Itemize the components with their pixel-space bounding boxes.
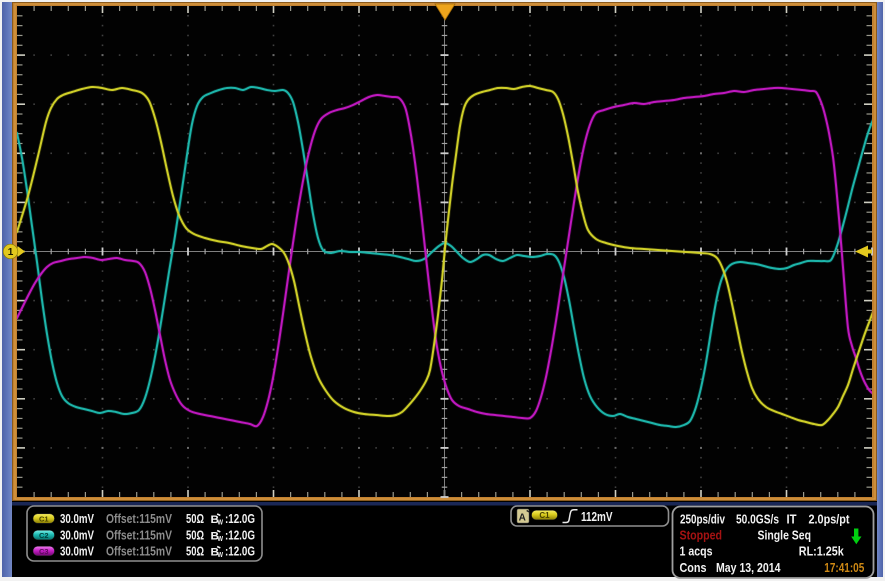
svg-text:50Ω: 50Ω — [186, 528, 204, 542]
svg-text:1 acqs: 1 acqs — [680, 544, 713, 559]
svg-text:Stopped: Stopped — [680, 528, 723, 543]
svg-text:50Ω: 50Ω — [186, 544, 204, 558]
svg-text:Offset:115mV: Offset:115mV — [106, 528, 173, 542]
svg-text:Cons: Cons — [680, 560, 707, 575]
svg-text:250ps/div: 250ps/div — [680, 512, 726, 527]
svg-text:50.0GS/s: 50.0GS/s — [736, 512, 779, 527]
svg-text:30.0mV: 30.0mV — [60, 544, 95, 558]
svg-text:C1: C1 — [539, 511, 550, 520]
svg-text:C1: C1 — [39, 514, 49, 523]
svg-text:May 13, 2014: May 13, 2014 — [716, 560, 781, 575]
svg-text:30.0mV: 30.0mV — [60, 528, 95, 542]
svg-text:W: W — [218, 552, 224, 559]
svg-text:W: W — [218, 520, 224, 527]
svg-text::12.0G: :12.0G — [225, 544, 255, 558]
svg-text:2.0ps/pt: 2.0ps/pt — [809, 512, 851, 527]
svg-text:IT: IT — [787, 512, 797, 527]
svg-text::12.0G: :12.0G — [225, 512, 255, 526]
svg-text::12.0G: :12.0G — [225, 528, 255, 542]
svg-text:30.0mV: 30.0mV — [60, 512, 95, 526]
svg-text:RL:1.25k: RL:1.25k — [799, 544, 845, 559]
svg-text:C3: C3 — [39, 547, 49, 556]
svg-text:112mV: 112mV — [581, 509, 613, 524]
svg-text:Offset:115mV: Offset:115mV — [106, 512, 173, 526]
svg-text:W: W — [218, 536, 224, 543]
svg-text:Single Seq: Single Seq — [758, 528, 812, 543]
svg-text:Offset:115mV: Offset:115mV — [106, 544, 173, 558]
svg-text:A: A — [519, 513, 526, 524]
svg-text:C2: C2 — [39, 531, 49, 540]
svg-text:1: 1 — [8, 247, 14, 258]
svg-text:50Ω: 50Ω — [186, 512, 204, 526]
svg-text:17:41:05: 17:41:05 — [824, 560, 864, 575]
